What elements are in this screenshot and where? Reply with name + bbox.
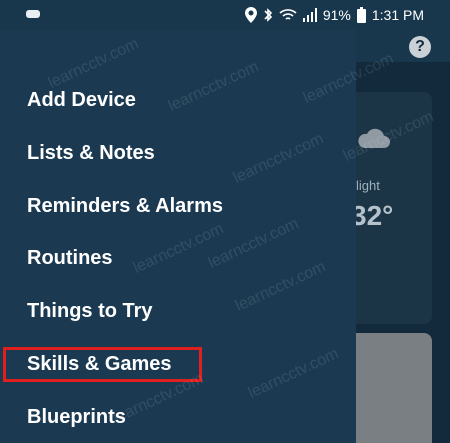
app-header xyxy=(356,30,450,62)
cloud-icon xyxy=(358,128,390,148)
notification-dots-icon xyxy=(26,10,40,18)
bluetooth-icon xyxy=(264,8,272,22)
status-bar: 91% 1:31 PM xyxy=(0,0,450,30)
menu-item-reminders-alarms[interactable]: Reminders & Alarms xyxy=(27,195,223,218)
menu-item-things-to-try[interactable]: Things to Try xyxy=(27,300,153,323)
background-card[interactable] xyxy=(356,333,432,443)
signal-icon xyxy=(302,8,317,22)
menu-item-routines[interactable]: Routines xyxy=(27,247,113,270)
weather-condition-label: light xyxy=(356,178,380,193)
weather-temperature: 32° xyxy=(351,200,394,231)
menu-item-blueprints[interactable]: Blueprints xyxy=(27,406,126,429)
battery-percent: 91% xyxy=(322,7,351,23)
battery-icon xyxy=(356,7,366,23)
location-icon xyxy=(244,7,257,23)
clock-time: 1:31 PM xyxy=(371,7,424,23)
status-icons: 91% 1:31 PM xyxy=(244,6,424,24)
wifi-icon xyxy=(279,9,297,20)
help-icon[interactable]: ? xyxy=(409,36,431,58)
menu-item-add-device[interactable]: Add Device xyxy=(27,89,136,112)
menu-item-lists-notes[interactable]: Lists & Notes xyxy=(27,142,155,165)
highlight-box xyxy=(3,347,202,382)
